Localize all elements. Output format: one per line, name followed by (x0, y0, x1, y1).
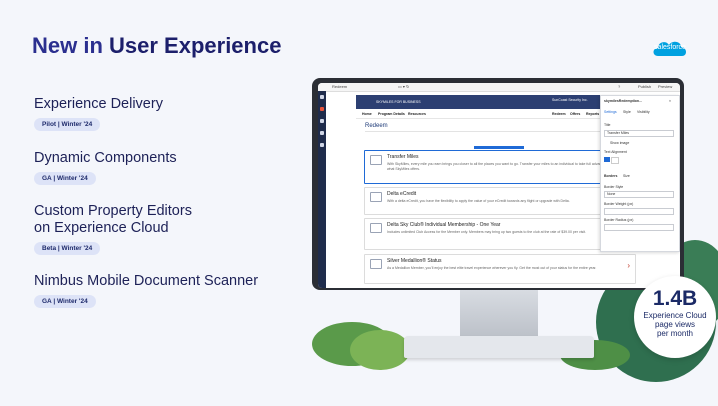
component-selection-bar[interactable] (474, 146, 524, 149)
redeem-card-sky-club[interactable]: Delta Sky Club® Individual Membership - … (364, 218, 636, 250)
tab-size[interactable]: Size (623, 174, 630, 178)
card-description: With a delta eCredit, you have the flexi… (387, 199, 570, 203)
align-center-button[interactable] (611, 157, 619, 164)
stat-badge: 1.4B Experience Cloud page views per mon… (634, 276, 716, 358)
feature-name: Nimbus Mobile Document Scanner (34, 273, 259, 289)
feature-dynamic-components: Dynamic Components GA | Winter '24 (34, 150, 177, 185)
card-description: With SkyMiles, every mile you earn bring… (387, 162, 613, 171)
release-badge: GA | Winter '24 (34, 295, 96, 308)
redeem-card-silver-medallion[interactable]: Silver Medallion® Status As a Medallion … (364, 254, 636, 284)
builder-left-rail (318, 91, 326, 288)
redeem-card-ecredit[interactable]: Delta eCredit With a delta eCredit, you … (364, 187, 636, 215)
device-selector-icon[interactable]: ▭ ▾ ↻ (398, 84, 409, 89)
feature-custom-property-editors: Custom Property Editors on Experience Cl… (34, 203, 192, 255)
credit-icon (370, 192, 382, 202)
title-input[interactable]: Transfer Miles (604, 130, 674, 137)
text-alignment-label: Text Alignment (604, 150, 627, 154)
monitor-stand (460, 288, 538, 342)
title-prefix: New in (32, 33, 110, 58)
tab-style[interactable]: Style (623, 110, 631, 114)
monitor-base (404, 336, 594, 358)
redeem-card-transfer-miles[interactable]: Transfer Miles With SkyMiles, every mile… (364, 150, 636, 184)
border-weight-label: Border Weight (px) (604, 202, 634, 206)
bush-shape (350, 330, 410, 370)
release-badge: Pilot | Winter '24 (34, 118, 101, 131)
border-style-label: Border Style (604, 185, 624, 189)
divider (365, 131, 633, 132)
border-style-value: None (607, 192, 616, 196)
nav-offers[interactable]: Offers (570, 112, 580, 116)
site-hero-banner: SKYMILES FOR BUSINESS SunCoast Security … (356, 95, 638, 109)
slide: New in User Experience salesforce Experi… (0, 0, 718, 406)
gear-icon[interactable] (320, 143, 324, 147)
release-badge: Beta | Winter '24 (34, 242, 101, 255)
card-title: Delta Sky Club® Individual Membership - … (387, 222, 501, 228)
feature-experience-delivery: Experience Delivery Pilot | Winter '24 (34, 96, 163, 131)
stat-label-line2: page views (654, 320, 696, 329)
settings-icon[interactable] (320, 131, 324, 135)
chevron-right-icon[interactable]: › (627, 261, 630, 270)
title-highlight: User Experience (109, 33, 282, 58)
slide-title: New in User Experience (32, 33, 281, 59)
panel-title: skymilesRedemption... (604, 99, 642, 103)
border-radius-label: Border Radius (px) (604, 218, 634, 222)
card-description: Includes unlimited Club Access for the M… (387, 230, 586, 234)
help-icon[interactable]: ? (618, 84, 620, 89)
pages-icon[interactable] (320, 119, 324, 123)
border-weight-input[interactable] (604, 208, 674, 215)
feature-nimbus-scanner: Nimbus Mobile Document Scanner GA | Wint… (34, 273, 258, 308)
preview-button[interactable]: Preview (658, 84, 672, 89)
nav-resources[interactable]: Resources (408, 112, 426, 116)
release-badge: GA | Winter '24 (34, 172, 96, 185)
brand-name: SKYMILES FOR BUSINESS (376, 100, 421, 104)
border-style-select[interactable]: None (604, 191, 674, 198)
tab-visibility[interactable]: Visibility (637, 110, 650, 114)
experience-builder-screen: Redeem ▭ ▾ ↻ ? Publish Preview SKYMILES … (318, 83, 680, 288)
align-left-button[interactable] (604, 157, 610, 162)
tab-borders[interactable]: Borders (604, 174, 617, 178)
lounge-icon (370, 223, 382, 233)
feature-name-line2: on Experience Cloud (34, 220, 169, 236)
title-label: Title (604, 123, 611, 127)
company-name: SunCoast Security Inc. (552, 98, 588, 102)
medallion-icon (370, 259, 382, 269)
theme-icon[interactable] (320, 107, 324, 111)
feature-name: Custom Property Editors (34, 203, 192, 219)
logo-wordmark: salesforce (654, 44, 686, 51)
page-heading: Redeem (365, 123, 388, 129)
show-image-checkbox[interactable]: Show image (610, 141, 629, 145)
nav-program-details[interactable]: Program Details (378, 112, 405, 116)
plane-icon (370, 155, 382, 165)
border-radius-input[interactable] (604, 224, 674, 231)
close-icon[interactable]: × (669, 99, 671, 103)
feature-name: Experience Delivery (34, 96, 163, 112)
components-icon[interactable] (320, 95, 324, 99)
property-editor-panel: skymilesRedemption... × Settings Style V… (600, 95, 680, 252)
feature-name: Dynamic Components (34, 150, 177, 166)
page-selector[interactable]: Redeem (332, 84, 347, 89)
card-title: Transfer Miles (387, 154, 419, 160)
nav-home[interactable]: Home (362, 112, 372, 116)
stat-value: 1.4B (652, 287, 698, 310)
builder-topbar: Redeem ▭ ▾ ↻ ? Publish Preview (318, 83, 680, 92)
nav-reports[interactable]: Reports (586, 112, 599, 116)
title-input-value: Transfer Miles (607, 131, 630, 135)
stat-label-line1: Experience Cloud (643, 311, 707, 320)
stat-label-line3: per month (656, 329, 694, 338)
nav-redeem[interactable]: Redeem (552, 112, 566, 116)
card-title: Delta eCredit (387, 191, 417, 197)
tab-settings[interactable]: Settings (604, 110, 617, 114)
card-description: As a Medallion Member, you'll enjoy the … (387, 266, 597, 270)
publish-button[interactable]: Publish (638, 84, 651, 89)
site-nav: Home Program Details Resources Redeem Of… (356, 110, 638, 119)
card-title: Silver Medallion® Status (387, 258, 442, 264)
